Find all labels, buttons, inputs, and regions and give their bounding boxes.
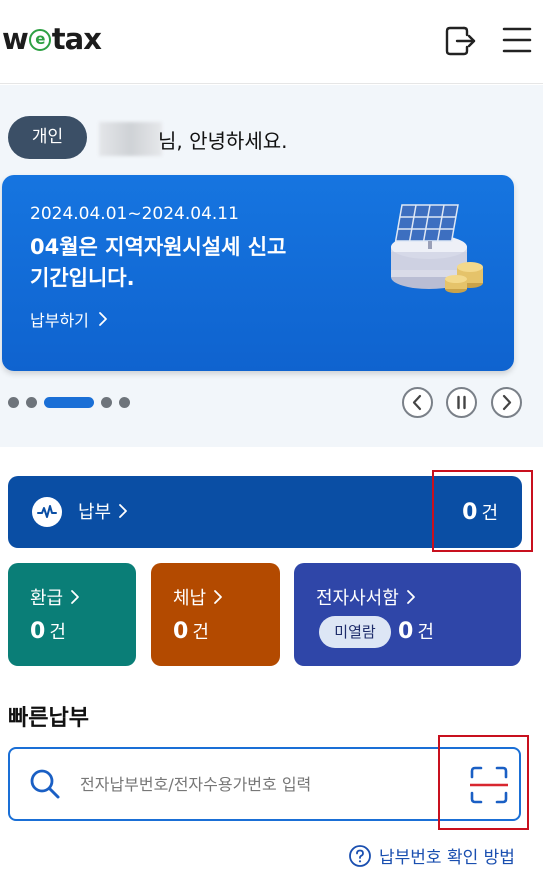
carousel-next-button[interactable] <box>491 387 522 418</box>
refund-title: 환급 <box>30 584 81 610</box>
greeting-text: 님, 안녕하세요. <box>158 129 288 153</box>
logout-icon <box>445 26 476 56</box>
refund-count-number: 0 <box>30 619 46 644</box>
edoc-title: 전자사서함 <box>316 584 417 610</box>
payment-label-text: 납부 <box>78 502 112 523</box>
logo-e-mark: e <box>28 29 51 51</box>
arrears-label: 체납 <box>173 588 207 609</box>
payment-icon <box>32 497 62 527</box>
carousel-dot[interactable] <box>119 396 130 408</box>
edoc-label: 전자사서함 <box>316 588 399 609</box>
banner-date: 2024.04.01~2024.04.11 <box>30 204 239 224</box>
electronic-mailbox-card[interactable]: 전자사서함 미열람 0 건 <box>294 563 521 666</box>
banner-link-label: 납부하기 <box>30 311 89 330</box>
logo-prefix: w <box>2 22 29 56</box>
refund-count-unit: 건 <box>49 622 66 643</box>
chevron-left-icon <box>412 394 422 411</box>
chevron-right-icon <box>119 504 128 518</box>
unread-badge: 미열람 <box>319 616 391 648</box>
quick-pay-title: 빠른납부 <box>8 706 89 731</box>
carousel-dot-active[interactable] <box>44 396 94 408</box>
pause-icon <box>457 395 466 410</box>
arrears-card[interactable]: 체납 0 건 <box>151 563 280 666</box>
account-type-badge[interactable]: 개인 <box>8 116 87 159</box>
payment-number-input[interactable] <box>80 749 450 819</box>
arrears-title: 체납 <box>173 584 224 610</box>
arrears-count-number: 0 <box>173 619 189 644</box>
arrears-count-unit: 건 <box>192 622 209 643</box>
chevron-right-icon <box>71 590 80 604</box>
refund-label: 환급 <box>30 588 64 609</box>
edoc-count-number: 0 <box>398 619 414 644</box>
chevron-right-icon <box>502 394 512 411</box>
user-name-redacted <box>99 122 162 156</box>
hamburger-menu-icon <box>502 27 532 53</box>
wetax-logo[interactable]: w e tax <box>2 22 102 56</box>
logout-button[interactable] <box>444 24 476 58</box>
edoc-count: 0 건 <box>398 618 434 644</box>
banner-pay-link[interactable]: 납부하기 <box>30 307 111 331</box>
carousel-dot[interactable] <box>8 396 19 408</box>
carousel-pause-button[interactable] <box>446 387 477 418</box>
payment-count-highlight <box>432 470 533 552</box>
payment-label[interactable]: 납부 <box>78 498 129 524</box>
search-icon[interactable] <box>28 767 62 801</box>
carousel-prev-button[interactable] <box>402 387 433 418</box>
app-header: w e tax <box>0 0 543 84</box>
logo-suffix: tax <box>51 22 102 56</box>
refund-count: 0 건 <box>30 618 66 644</box>
chevron-right-icon <box>98 312 107 326</box>
promo-banner[interactable]: 2024.04.01~2024.04.11 04월은 지역자원시설세 신고 기간… <box>2 175 514 371</box>
solar-panel-coins-illustration <box>391 204 483 293</box>
chevron-right-icon <box>214 590 223 604</box>
carousel-dot[interactable] <box>101 396 112 408</box>
menu-button[interactable] <box>502 26 532 54</box>
payment-number-help-link[interactable]: 납부번호 확인 방법 <box>348 843 515 868</box>
edoc-count-unit: 건 <box>417 622 434 643</box>
refund-card[interactable]: 환급 0 건 <box>8 563 136 666</box>
banner-title: 04월은 지역자원시설세 신고 기간입니다. <box>30 235 287 290</box>
carousel-dot[interactable] <box>26 396 37 408</box>
scan-button-highlight <box>438 735 529 830</box>
carousel-dots <box>8 396 130 408</box>
arrears-count: 0 건 <box>173 618 209 644</box>
question-circle-icon <box>349 844 371 867</box>
help-link-label: 납부번호 확인 방법 <box>379 848 515 868</box>
chevron-right-icon <box>406 590 415 604</box>
